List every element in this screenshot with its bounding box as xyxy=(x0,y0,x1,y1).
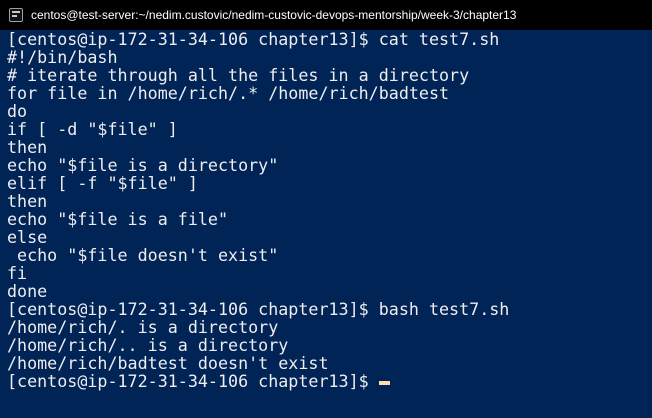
scrollbar[interactable] xyxy=(648,30,652,418)
terminal-line: #!/bin/bash xyxy=(7,47,118,67)
terminal-line: elif [ -f "$file" ] xyxy=(7,173,198,193)
terminal-line: echo "$file is a directory" xyxy=(7,155,279,175)
terminal-output[interactable]: [centos@ip-172-31-34-106 chapter13]$ cat… xyxy=(7,30,647,418)
terminal-line: then xyxy=(7,191,48,211)
terminal-line: for file in /home/rich/.* /home/rich/bad… xyxy=(7,83,450,103)
terminal-line: /home/rich/badtest doesn't exist xyxy=(7,353,329,373)
terminal-window: centos@test-server:~/nedim.custovic/nedi… xyxy=(0,0,652,418)
terminal-line: # iterate through all the files in a dir… xyxy=(7,65,470,85)
window-title: centos@test-server:~/nedim.custovic/nedi… xyxy=(31,8,517,22)
terminal-line: then xyxy=(7,137,48,157)
terminal-line: do xyxy=(7,101,28,121)
terminal-line: else xyxy=(7,227,48,247)
terminal-line: [centos@ip-172-31-34-106 chapter13]$ bas… xyxy=(7,299,510,319)
text-cursor xyxy=(378,381,390,385)
terminal-line: [centos@ip-172-31-34-106 chapter13]$ cat… xyxy=(7,30,500,49)
terminal-line: /home/rich/.. is a directory xyxy=(7,335,289,355)
terminal-line: fi xyxy=(7,263,28,283)
terminal-line: done xyxy=(7,281,48,301)
terminal-line: if [ -d "$file" ] xyxy=(7,119,178,139)
shell-prompt: [centos@ip-172-31-34-106 chapter13]$ xyxy=(7,371,369,391)
title-bar[interactable]: centos@test-server:~/nedim.custovic/nedi… xyxy=(0,0,652,30)
terminal-line: echo "$file is a file" xyxy=(7,209,229,229)
prompt-line[interactable]: [centos@ip-172-31-34-106 chapter13]$ xyxy=(7,372,647,390)
terminal-line: /home/rich/. is a directory xyxy=(7,317,279,337)
terminal-app-icon xyxy=(9,8,23,22)
terminal-line: echo "$file doesn't exist" xyxy=(7,245,279,265)
